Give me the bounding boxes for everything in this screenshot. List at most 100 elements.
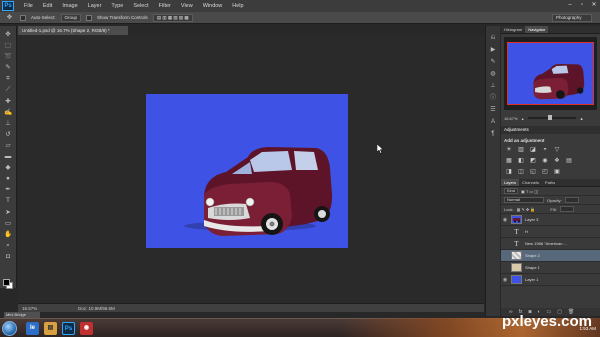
hue-saturation-icon[interactable]: ▦ (505, 158, 513, 165)
visibility-eye-icon[interactable]: ◉ (501, 277, 509, 283)
minimize-button[interactable]: – (566, 1, 574, 9)
brightness-contrast-icon[interactable]: ☀ (505, 147, 513, 154)
navigator-zoom[interactable]: 16.67% (504, 116, 518, 121)
adjustments-title[interactable]: Adjustments (501, 126, 600, 134)
actions-panel-icon[interactable]: ▶ (488, 46, 498, 54)
healing-brush-tool-icon[interactable]: ✚ (3, 98, 14, 106)
quick-select-tool-icon[interactable]: ✎ (3, 64, 14, 72)
brush-presets-icon[interactable]: ◍ (488, 70, 498, 78)
photoshop-taskbar-icon[interactable]: Ps (62, 322, 75, 335)
photo-filter-icon[interactable]: ◉ (541, 158, 549, 165)
align-buttons[interactable]: ▤ ▥ ▦ ▧ ▨ ▩ (152, 13, 193, 22)
zoom-in-icon[interactable]: ▲ (580, 116, 584, 121)
lock-icons[interactable]: ▦ ✎ ✥ 🔒 (517, 207, 536, 212)
color-balance-icon[interactable]: ◧ (517, 158, 525, 165)
layer-row[interactable]: T H (501, 226, 600, 238)
visibility-eye-icon[interactable]: ◉ (501, 217, 509, 223)
tab-navigator[interactable]: Navigator (525, 26, 549, 33)
eraser-tool-icon[interactable]: ▱ (3, 142, 14, 150)
internet-explorer-icon[interactable]: Ie (26, 322, 39, 335)
workspace-dropdown[interactable]: Photography (552, 14, 592, 22)
document-canvas[interactable] (146, 94, 348, 248)
pen-tool-icon[interactable]: ✒ (3, 186, 14, 194)
explorer-icon[interactable]: ▤ (44, 322, 57, 335)
layer-row[interactable]: T New 1968 "American ... (501, 238, 600, 250)
crop-tool-icon[interactable]: ⌗ (3, 75, 14, 83)
info-panel-icon[interactable]: ⓘ (488, 94, 498, 102)
zoom-slider-knob[interactable] (547, 115, 552, 120)
history-brush-tool-icon[interactable]: ↺ (3, 131, 14, 139)
layer-row[interactable]: Shape 1 (501, 262, 600, 274)
history-panel-icon[interactable]: ⎌ (488, 34, 498, 42)
eyedropper-tool-icon[interactable]: ⟋ (3, 86, 14, 94)
menu-image[interactable]: Image (62, 3, 77, 9)
tab-channels[interactable]: Channels (519, 179, 542, 186)
vibrance-icon[interactable]: ▽ (553, 147, 561, 154)
exposure-icon[interactable]: ◓ (541, 147, 549, 154)
zoom-slider[interactable] (527, 115, 576, 120)
path-select-tool-icon[interactable]: ➤ (3, 209, 14, 217)
auto-select-checkbox[interactable] (20, 14, 26, 21)
type-tool-icon[interactable]: T (3, 197, 14, 205)
filter-icons[interactable]: ▣ T ▭ ◫ (521, 189, 538, 194)
curves-icon[interactable]: ◪ (529, 147, 537, 154)
clone-stamp-tool-icon[interactable]: ⊥ (3, 120, 14, 128)
hand-tool-icon[interactable]: ✋ (3, 231, 14, 239)
paragraph-panel-icon[interactable]: ¶ (488, 130, 498, 138)
lasso-tool-icon[interactable]: ➰ (3, 53, 14, 61)
menu-help[interactable]: Help (232, 3, 243, 9)
blend-mode-dropdown[interactable]: Normal (504, 197, 544, 203)
marquee-tool-icon[interactable]: ⬚ (3, 42, 14, 50)
document-tab[interactable]: Untitled-1.psd @ 16.7% (Shape 2, RGB/8) … (18, 26, 128, 35)
close-button[interactable]: ✕ (590, 1, 598, 9)
foreground-color-swatch[interactable] (3, 279, 10, 286)
gradient-map-icon[interactable]: ◰ (541, 169, 549, 176)
color-lookup-icon[interactable]: ▤ (565, 158, 573, 165)
posterize-icon[interactable]: ◫ (517, 169, 525, 176)
layer-kind-filter[interactable]: Kind (504, 188, 519, 194)
brush-panel-icon[interactable]: ✎ (488, 58, 498, 66)
tab-histogram[interactable]: Histogram (501, 26, 525, 33)
quick-mask-icon[interactable]: ◘ (3, 253, 14, 261)
auto-select-dropdown[interactable]: Group (60, 13, 82, 22)
layer-row[interactable]: ◉ Layer 3 (501, 214, 600, 226)
navigator-preview[interactable] (504, 37, 597, 110)
menu-edit[interactable]: Edit (43, 3, 52, 9)
selective-color-icon[interactable]: ▣ (553, 169, 561, 176)
menu-window[interactable]: Window (203, 3, 223, 9)
layer-row-selected[interactable]: Shape 2 (501, 250, 600, 262)
fill-field[interactable] (559, 206, 574, 212)
start-button[interactable] (2, 321, 17, 336)
menu-file[interactable]: File (24, 3, 33, 9)
black-white-icon[interactable]: ◩ (529, 158, 537, 165)
character-panel-icon[interactable]: A (488, 118, 498, 126)
invert-icon[interactable]: ◨ (505, 169, 513, 176)
opacity-field[interactable] (564, 197, 579, 203)
move-tool-preset-icon[interactable]: ✥ (4, 14, 15, 22)
menu-view[interactable]: View (181, 3, 193, 9)
menu-layer[interactable]: Layer (88, 3, 102, 9)
menu-select[interactable]: Select (133, 3, 148, 9)
zoom-tool-icon[interactable]: ⌕ (3, 242, 14, 250)
blur-tool-icon[interactable]: ◆ (3, 164, 14, 172)
maximize-button[interactable]: ▫ (578, 1, 586, 9)
properties-panel-icon[interactable]: ☰ (488, 106, 498, 114)
threshold-icon[interactable]: ◱ (529, 169, 537, 176)
zoom-level[interactable]: 16.67% (18, 306, 78, 311)
dodge-tool-icon[interactable]: ● (3, 175, 14, 183)
channel-mixer-icon[interactable]: ❖ (553, 158, 561, 165)
media-player-icon[interactable]: ◉ (80, 322, 93, 335)
show-transform-checkbox[interactable] (86, 14, 93, 21)
tab-layers[interactable]: Layers (501, 179, 520, 186)
levels-icon[interactable]: ▥ (517, 147, 525, 154)
zoom-out-icon[interactable]: ▴ (522, 116, 524, 121)
shape-tool-icon[interactable]: ▭ (3, 220, 14, 228)
move-tool-icon[interactable]: ✥ (3, 31, 14, 39)
clock[interactable]: 1:53 AM (579, 326, 596, 331)
tab-paths[interactable]: Paths (542, 179, 558, 186)
brush-tool-icon[interactable]: ✍ (3, 109, 14, 117)
menu-filter[interactable]: Filter (159, 3, 171, 9)
layer-row[interactable]: ◉ Layer 1 (501, 274, 600, 286)
gradient-tool-icon[interactable]: ▬ (3, 153, 14, 161)
menu-type[interactable]: Type (111, 3, 123, 9)
